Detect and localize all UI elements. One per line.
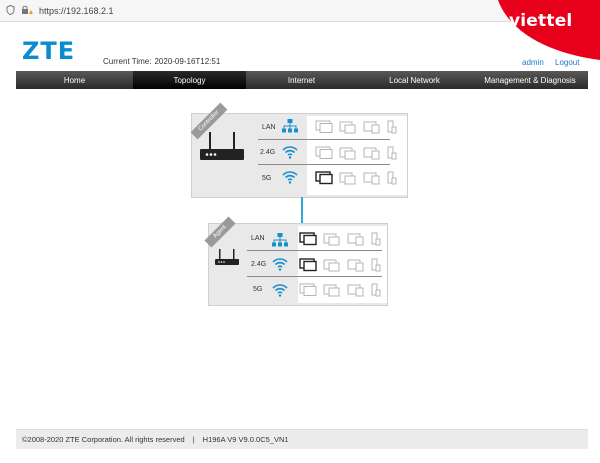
phone-client-icon[interactable] bbox=[387, 171, 399, 190]
router-icon bbox=[198, 130, 246, 169]
monitor-client-icon[interactable] bbox=[315, 120, 333, 139]
monitor-client-icon[interactable] bbox=[299, 283, 317, 302]
tab-management-diagnosis[interactable]: Management & Diagnosis bbox=[472, 71, 588, 89]
tablet-client-icon[interactable] bbox=[347, 232, 365, 251]
phone-client-icon[interactable] bbox=[387, 120, 399, 139]
laptop-client-icon[interactable] bbox=[339, 171, 357, 190]
viettel-logo: viettel bbox=[509, 11, 573, 31]
admin-link[interactable]: admin bbox=[522, 58, 544, 67]
monitor-client-icon[interactable] bbox=[315, 171, 333, 190]
phone-client-icon[interactable] bbox=[371, 232, 383, 251]
monitor-client-icon[interactable] bbox=[299, 232, 317, 251]
main-nav: Home Topology Internet Local Network Man… bbox=[16, 71, 588, 89]
agent-row-label-5g: 5G bbox=[253, 286, 263, 293]
tablet-client-icon[interactable] bbox=[363, 146, 381, 165]
current-time: Current Time: 2020-09-16T12:51 bbox=[100, 57, 220, 66]
wifi-icon bbox=[282, 145, 298, 164]
wifi-icon bbox=[282, 170, 298, 189]
tablet-client-icon[interactable] bbox=[347, 283, 365, 302]
phone-client-icon[interactable] bbox=[387, 146, 399, 165]
footer-separator: | bbox=[192, 435, 195, 444]
current-time-label: Current Time: bbox=[103, 57, 152, 66]
controller-row-label-5g: 5G bbox=[262, 175, 272, 182]
tablet-client-icon[interactable] bbox=[363, 120, 381, 139]
tab-home[interactable]: Home bbox=[16, 71, 133, 89]
tab-local-network[interactable]: Local Network bbox=[357, 71, 472, 89]
agent-row-label-24g: 2.4G bbox=[251, 261, 267, 268]
monitor-client-icon[interactable] bbox=[299, 258, 317, 277]
laptop-client-icon[interactable] bbox=[339, 120, 357, 139]
lock-warning-icon[interactable] bbox=[21, 5, 33, 17]
controller-row-label-lan: LAN bbox=[262, 124, 276, 131]
laptop-client-icon[interactable] bbox=[323, 258, 341, 277]
phone-client-icon[interactable] bbox=[371, 283, 383, 302]
shield-icon bbox=[6, 4, 15, 17]
agent-row-label-lan: LAN bbox=[251, 235, 265, 242]
router-icon bbox=[214, 248, 240, 273]
monitor-client-icon[interactable] bbox=[315, 146, 333, 165]
footer: ©2008-2020 ZTE Corporation. All rights r… bbox=[16, 429, 588, 449]
tablet-client-icon[interactable] bbox=[363, 171, 381, 190]
row-divider bbox=[258, 139, 390, 140]
wifi-icon bbox=[272, 283, 288, 302]
tab-topology[interactable]: Topology bbox=[133, 71, 246, 89]
laptop-client-icon[interactable] bbox=[323, 283, 341, 302]
tab-internet[interactable]: Internet bbox=[246, 71, 357, 89]
current-time-value: 2020-09-16T12:51 bbox=[154, 57, 221, 66]
firmware-version: H196A V9 V9.0.0C5_VN1 bbox=[202, 435, 289, 444]
lan-icon bbox=[282, 119, 298, 138]
wifi-icon bbox=[272, 257, 288, 276]
url-text[interactable]: https://192.168.2.1 bbox=[39, 6, 114, 16]
phone-client-icon[interactable] bbox=[371, 258, 383, 277]
laptop-client-icon[interactable] bbox=[339, 146, 357, 165]
zte-logo: ZTE bbox=[22, 37, 76, 65]
logout-link[interactable]: Logout bbox=[555, 58, 579, 67]
backhaul-link bbox=[301, 197, 303, 223]
tablet-client-icon[interactable] bbox=[347, 258, 365, 277]
controller-row-label-24g: 2.4G bbox=[260, 149, 276, 156]
copyright-text: ©2008-2020 ZTE Corporation. All rights r… bbox=[22, 435, 185, 444]
laptop-client-icon[interactable] bbox=[323, 232, 341, 251]
